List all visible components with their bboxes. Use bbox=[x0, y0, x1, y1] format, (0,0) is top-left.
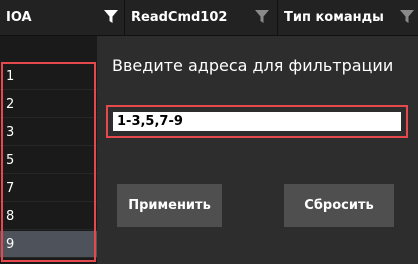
column-header-label: Тип команды bbox=[284, 10, 384, 25]
list-item[interactable]: 1 bbox=[0, 63, 97, 90]
filter-icon[interactable] bbox=[255, 10, 271, 24]
input-highlight-frame bbox=[106, 105, 408, 138]
filter-icon[interactable] bbox=[104, 10, 120, 24]
list-item[interactable]: 3 bbox=[0, 119, 97, 146]
column-header-command-type[interactable]: Тип команды bbox=[278, 0, 418, 35]
reset-button[interactable]: Сбросить bbox=[284, 184, 394, 227]
list-item[interactable]: 8 bbox=[0, 203, 97, 230]
column-header-label: IOA bbox=[6, 10, 32, 25]
list-item[interactable]: 2 bbox=[0, 91, 97, 118]
column-header-label: ReadCmd102 bbox=[131, 10, 228, 25]
filter-panel-title: Введите адреса для фильтрации bbox=[112, 56, 394, 75]
apply-button[interactable]: Применить bbox=[117, 184, 222, 227]
column-header-readcmd102[interactable]: ReadCmd102 bbox=[125, 0, 278, 35]
address-filter-input[interactable] bbox=[113, 112, 401, 131]
list-item[interactable]: 5 bbox=[0, 147, 97, 174]
list-item-selected[interactable]: 9 bbox=[0, 231, 97, 258]
list-item[interactable]: 7 bbox=[0, 175, 97, 202]
column-header-ioa[interactable]: IOA bbox=[0, 0, 125, 35]
grid-header: IOA ReadCmd102 Тип команды bbox=[0, 0, 418, 36]
filter-icon[interactable] bbox=[400, 10, 416, 24]
ioa-value-list: 1 2 3 5 7 8 9 bbox=[0, 36, 97, 264]
filter-panel: Введите адреса для фильтрации Применить … bbox=[97, 36, 418, 264]
